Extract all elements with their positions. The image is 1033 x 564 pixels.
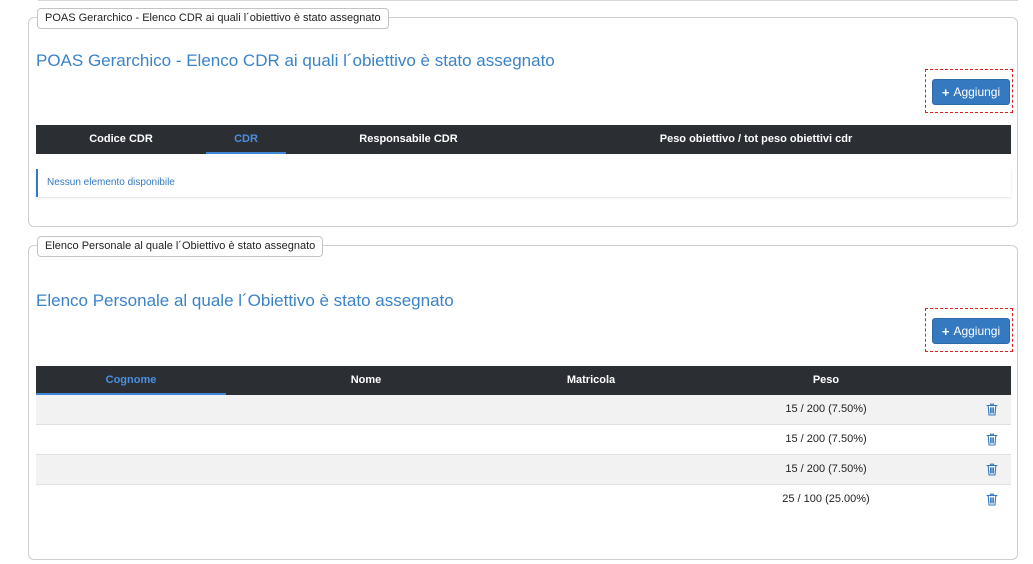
cdr-col-codice[interactable]: Codice CDR [36, 125, 206, 154]
cdr-empty-message: Nessun elemento disponibile [36, 169, 1011, 197]
cdr-add-label: Aggiungi [953, 85, 1001, 99]
cdr-section-title: POAS Gerarchico - Elenco CDR ai quali l´… [36, 51, 555, 70]
personale-col-matricola[interactable]: Matricola [496, 366, 686, 395]
personale-col-cognome-label: Cognome [105, 374, 157, 386]
peso-cell: 15 / 200 (7.50%) [785, 433, 867, 445]
cdr-panel-legend: POAS Gerarchico - Elenco CDR ai quali l´… [37, 8, 389, 29]
table-row: 15 / 200 (7.50%) [36, 455, 1011, 485]
cdr-col-peso[interactable]: Peso obiettivo / tot peso obiettivi cdr [596, 125, 916, 154]
personale-table-header: Cognome Nome Matricola Peso [36, 366, 1011, 395]
trash-icon[interactable] [986, 493, 998, 506]
plus-icon: + [941, 84, 950, 100]
cdr-add-highlight: + Aggiungi [925, 69, 1013, 113]
personale-panel: Elenco Personale al quale l´Obiettivo è … [28, 236, 1018, 560]
cdr-col-cdr-label: CDR [234, 133, 258, 145]
cdr-col-cdr[interactable]: CDR [206, 125, 286, 154]
plus-icon: + [941, 323, 950, 339]
peso-cell: 15 / 200 (7.50%) [785, 463, 867, 475]
personale-add-highlight: + Aggiungi [925, 308, 1013, 352]
personale-col-peso[interactable]: Peso [726, 366, 926, 395]
table-row: 15 / 200 (7.50%) [36, 395, 1011, 425]
personale-add-label: Aggiungi [953, 324, 1001, 338]
cdr-table-header: Codice CDR CDR Responsabile CDR Peso obi… [36, 125, 1011, 154]
personale-col-nome[interactable]: Nome [266, 366, 466, 395]
peso-cell: 15 / 200 (7.50%) [785, 403, 867, 415]
cdr-col-responsabile[interactable]: Responsabile CDR [336, 125, 481, 154]
top-divider [38, 0, 1018, 1]
sort-indicator [206, 152, 286, 154]
personale-panel-legend: Elenco Personale al quale l´Obiettivo è … [37, 236, 324, 257]
cdr-add-button[interactable]: + Aggiungi [932, 79, 1010, 105]
personale-col-cognome[interactable]: Cognome [36, 366, 226, 395]
peso-cell: 25 / 100 (25.00%) [782, 493, 870, 505]
trash-icon[interactable] [986, 403, 998, 416]
trash-icon[interactable] [986, 433, 998, 446]
table-row: 15 / 200 (7.50%) [36, 425, 1011, 455]
table-row: 25 / 100 (25.00%) [36, 485, 1011, 514]
cdr-panel: POAS Gerarchico - Elenco CDR ai quali l´… [28, 8, 1018, 227]
personale-add-button[interactable]: + Aggiungi [932, 318, 1010, 344]
personale-section-title: Elenco Personale al quale l´Obiettivo è … [36, 291, 454, 310]
trash-icon[interactable] [986, 463, 998, 476]
